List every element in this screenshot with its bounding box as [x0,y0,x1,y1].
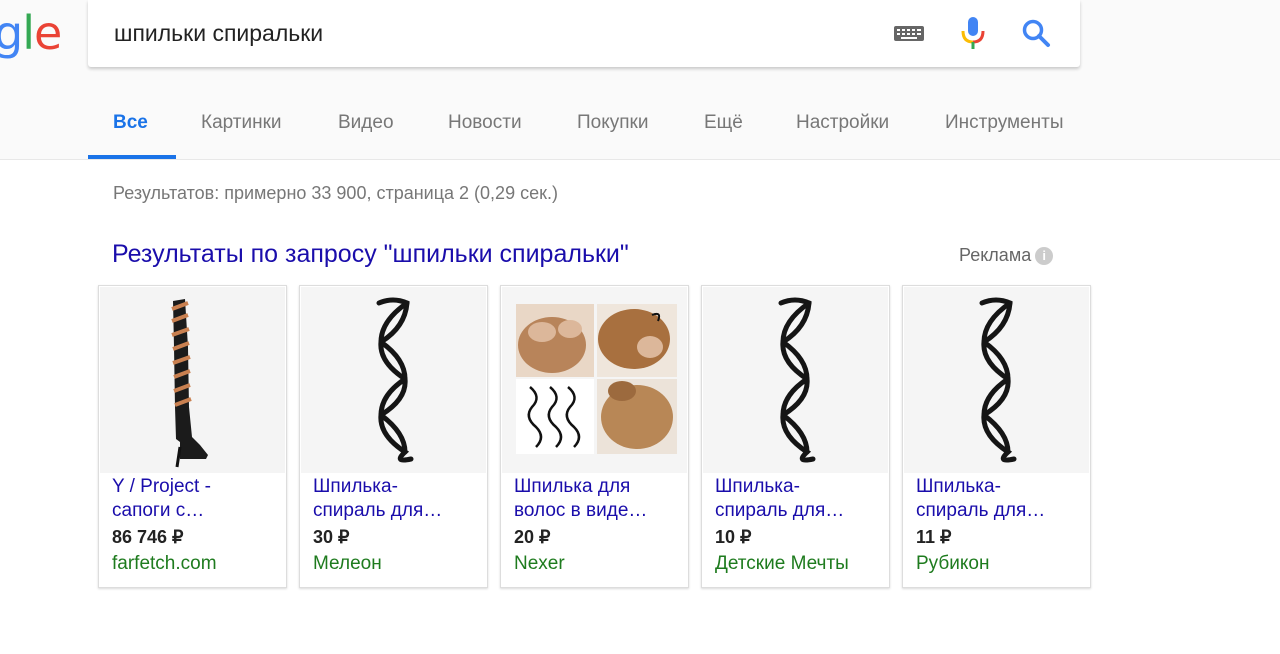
product-title[interactable]: Шпилька для волос в виде… [514,475,679,523]
tab-all[interactable]: Все [113,112,148,134]
microphone-icon[interactable] [960,16,986,50]
product-image[interactable] [904,287,1089,473]
shopping-heading[interactable]: Результаты по запросу "шпильки спиральки… [112,240,629,269]
spiral-pin-image [703,287,888,473]
boot-image [100,287,285,473]
product-merchant[interactable]: Мелеон [313,553,382,575]
search-icon[interactable] [1021,18,1051,48]
header: gle шпильки спиральки Все Картинки Видео… [0,0,1280,160]
spiral-pin-image [904,287,1089,473]
product-merchant[interactable]: Детские Мечты [715,553,849,575]
product-title[interactable]: Шпилька-спираль для… [715,475,880,523]
product-card[interactable]: Шпилька для волос в виде… 20 ₽ Nexer [500,285,689,588]
search-box[interactable]: шпильки спиральки [88,0,1080,67]
spiral-pin-image [301,287,486,473]
tab-images[interactable]: Картинки [201,112,282,134]
product-price: 30 ₽ [313,527,350,547]
result-stats: Результатов: примерно 33 900, страница 2… [113,183,558,203]
tab-shopping[interactable]: Покупки [577,112,648,134]
tab-more[interactable]: Ещё [704,112,743,134]
tab-tools[interactable]: Инструменты [945,112,1063,134]
product-card[interactable]: Шпилька-спираль для… 11 ₽ Рубикон [902,285,1091,588]
product-price: 10 ₽ [715,527,752,547]
product-image[interactable] [502,287,687,473]
product-image[interactable] [301,287,486,473]
product-card[interactable]: Y / Project - сапоги с… 86 746 ₽ farfetch… [98,285,287,588]
active-tab-indicator [88,155,176,159]
product-merchant[interactable]: Nexer [514,553,565,575]
product-price: 86 746 ₽ [112,527,184,547]
product-card[interactable]: Шпилька-спираль для… 30 ₽ Мелеон [299,285,488,588]
tab-settings[interactable]: Настройки [796,112,889,134]
tab-videos[interactable]: Видео [338,112,394,134]
product-image[interactable] [100,287,285,473]
product-price: 20 ₽ [514,527,551,547]
product-title[interactable]: Шпилька-спираль для… [916,475,1081,523]
product-price: 11 ₽ [916,527,952,547]
product-merchant[interactable]: Рубикон [916,553,989,575]
keyboard-icon[interactable] [894,26,924,41]
info-icon[interactable]: i [1035,247,1054,265]
search-input[interactable]: шпильки спиральки [114,20,323,47]
product-title[interactable]: Шпилька-спираль для… [313,475,478,523]
product-card[interactable]: Шпилька-спираль для… 10 ₽ Детские Мечты [701,285,890,588]
product-merchant[interactable]: farfetch.com [112,553,217,575]
product-image[interactable] [703,287,888,473]
tab-news[interactable]: Новости [448,112,522,134]
product-title[interactable]: Y / Project - сапоги с… [112,475,277,523]
google-logo[interactable]: gle [0,6,62,60]
hair-bun-image [502,287,687,473]
ad-label: Реклама i [959,245,1054,266]
